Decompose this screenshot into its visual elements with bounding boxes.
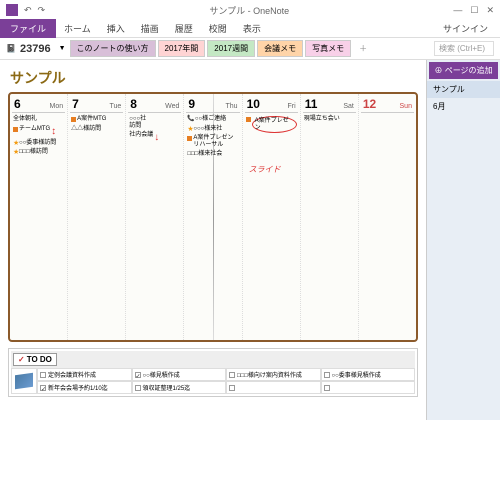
day-number: 8 xyxy=(130,97,137,111)
day-column[interactable]: 6 Mon 全体朝礼チームMTG↕ ★○○委事様訪問 ★□□□様訪問 xyxy=(10,94,68,340)
page-canvas[interactable]: サンプル 6 Mon 全体朝礼チームMTG↕ ★○○委事様訪問 ★□□□様訪問 7 Tue A… xyxy=(0,60,426,420)
checkbox[interactable] xyxy=(40,372,46,378)
todo-cell[interactable]: 新年会会場予約1/10迄 xyxy=(37,381,132,394)
day-name: Fri xyxy=(288,103,296,110)
day-name: Sat xyxy=(343,103,354,110)
event-item[interactable]: 📞○○様ご連絡 xyxy=(187,116,238,123)
star-icon: ★ xyxy=(187,127,192,132)
todo-cell[interactable]: ○○委事様見積作成 xyxy=(321,368,416,381)
event-item[interactable]: A案件MTG xyxy=(71,116,122,123)
day-name: Sun xyxy=(400,103,412,110)
day-number: 9 xyxy=(188,97,195,111)
day-number: 10 xyxy=(247,97,260,111)
square-marker-icon xyxy=(71,117,76,122)
checkbox[interactable] xyxy=(40,385,46,391)
window-title: サンプル - OneNote xyxy=(45,4,453,17)
ribbon: ファイル ホーム挿入描画履歴校閲表示 サインイン xyxy=(0,20,500,38)
page-list-pane: ⊕ ページの追加 サンプル6月 xyxy=(426,60,500,420)
day-number: 12 xyxy=(363,97,376,111)
page-title[interactable]: サンプル xyxy=(10,68,418,88)
event-item[interactable]: ○○○社訪問 xyxy=(129,116,180,129)
checkbox[interactable] xyxy=(229,372,235,378)
todo-cell[interactable]: □□□様向け案内資料作成 xyxy=(226,368,321,381)
day-number: 6 xyxy=(14,97,21,111)
event-item[interactable]: 社内会議↓ xyxy=(129,132,180,143)
signin-link[interactable]: サインイン xyxy=(435,22,496,35)
planner-book-icon xyxy=(11,368,37,394)
redo-icon[interactable]: ↷ xyxy=(38,5,46,16)
tab-挿入[interactable]: 挿入 xyxy=(99,19,133,38)
add-section-button[interactable]: ＋ xyxy=(355,43,371,54)
todo-badge: TO DO xyxy=(13,353,57,366)
checkbox[interactable] xyxy=(135,372,141,378)
minimize-button[interactable]: — xyxy=(453,5,462,16)
event-item[interactable]: ★○○委事様訪問 xyxy=(13,140,64,147)
square-marker-icon xyxy=(13,127,18,132)
day-column[interactable]: 8 Wed ○○○社訪問社内会議↓ xyxy=(126,94,184,340)
day-column[interactable]: 10 Fri A案件プレゼンスライド xyxy=(243,94,301,340)
square-marker-icon xyxy=(246,117,251,122)
event-item[interactable]: 現場立ち会い xyxy=(304,116,355,123)
page-list-item[interactable]: サンプル xyxy=(427,81,500,98)
undo-icon[interactable]: ↶ xyxy=(24,5,32,16)
todo-cell[interactable] xyxy=(321,381,416,394)
event-item[interactable]: A案件プレゼン xyxy=(246,116,297,133)
star-icon: ★ xyxy=(13,141,18,146)
day-number: 7 xyxy=(72,97,79,111)
day-column[interactable]: 9 Thu 📞○○様ご連絡 ★○○○様来社 A案件プレゼンリハーサル □□□様来社会 xyxy=(184,94,242,340)
search-input[interactable]: 検索 (Ctrl+E) xyxy=(434,41,494,56)
day-name: Thu xyxy=(226,103,238,110)
checkbox[interactable] xyxy=(324,372,330,378)
day-number: 11 xyxy=(305,97,318,111)
day-name: Tue xyxy=(109,103,121,110)
event-item[interactable]: △△様訪問 xyxy=(71,126,122,133)
add-page-button[interactable]: ⊕ ページの追加 xyxy=(429,62,498,79)
day-column[interactable]: 12 Sun xyxy=(359,94,416,340)
todo-section: TO DO 定例会議資料作成○○様見積作成□□□様向け案内資料作成○○委事様見積… xyxy=(8,348,418,397)
todo-cell[interactable] xyxy=(226,381,321,394)
notebook-icon[interactable]: 📓 xyxy=(6,44,16,53)
checkbox[interactable] xyxy=(135,385,141,391)
arrow-icon: ↓ xyxy=(154,132,159,143)
tab-履歴[interactable]: 履歴 xyxy=(167,19,201,38)
tab-描画[interactable]: 描画 xyxy=(133,19,167,38)
day-column[interactable]: 11 Sat 現場立ち会い xyxy=(301,94,359,340)
section-tab[interactable]: 2017年間 xyxy=(158,40,206,57)
checkbox[interactable] xyxy=(229,385,235,391)
chevron-down-icon[interactable]: ▼ xyxy=(59,45,66,52)
maximize-button[interactable]: ☐ xyxy=(470,5,478,16)
square-marker-icon xyxy=(187,136,192,141)
handwritten-annotation: スライド xyxy=(249,164,281,175)
event-item[interactable]: A案件プレゼンリハーサル xyxy=(187,135,238,148)
event-item[interactable]: ★○○○様来社 xyxy=(187,126,238,133)
onenote-icon xyxy=(6,4,18,16)
todo-cell[interactable]: 定例会議資料作成 xyxy=(37,368,132,381)
arrow-icon: ↕ xyxy=(51,126,56,137)
event-item[interactable]: 全体朝礼 xyxy=(13,116,64,123)
weekly-planner: 6 Mon 全体朝礼チームMTG↕ ★○○委事様訪問 ★□□□様訪問 7 Tue A案件MTG… xyxy=(8,92,418,342)
notebook-name[interactable]: 23796 xyxy=(20,43,51,55)
todo-cell[interactable]: 領収証整理1/25迄 xyxy=(132,381,227,394)
todo-cell[interactable]: ○○様見積作成 xyxy=(132,368,227,381)
star-icon: ★ xyxy=(13,150,18,155)
day-name: Mon xyxy=(50,103,64,110)
tab-校閲[interactable]: 校閲 xyxy=(201,19,235,38)
close-button[interactable]: ✕ xyxy=(486,5,494,16)
section-tab[interactable]: 2017週間 xyxy=(207,40,255,57)
day-name: Wed xyxy=(165,103,179,110)
checkbox[interactable] xyxy=(324,385,330,391)
tab-表示[interactable]: 表示 xyxy=(235,19,269,38)
event-item[interactable]: チームMTG↕ xyxy=(13,126,64,137)
section-tab[interactable]: 写真メモ xyxy=(305,40,351,57)
day-column[interactable]: 7 Tue A案件MTG △△様訪問 xyxy=(68,94,126,340)
page-list-item[interactable]: 6月 xyxy=(427,98,500,115)
section-bar: 📓 23796 ▼ このノートの使い方2017年間2017週間会議メモ写真メモ … xyxy=(0,38,500,60)
tab-ホーム[interactable]: ホーム xyxy=(56,19,99,38)
section-tab[interactable]: 会議メモ xyxy=(257,40,303,57)
section-tab[interactable]: このノートの使い方 xyxy=(70,40,156,57)
event-item[interactable]: □□□様来社会 xyxy=(187,151,238,158)
title-bar: ↶ ↷ サンプル - OneNote — ☐ ✕ xyxy=(0,0,500,20)
file-tab[interactable]: ファイル xyxy=(0,19,56,38)
event-item[interactable]: ★□□□様訪問 xyxy=(13,149,64,156)
